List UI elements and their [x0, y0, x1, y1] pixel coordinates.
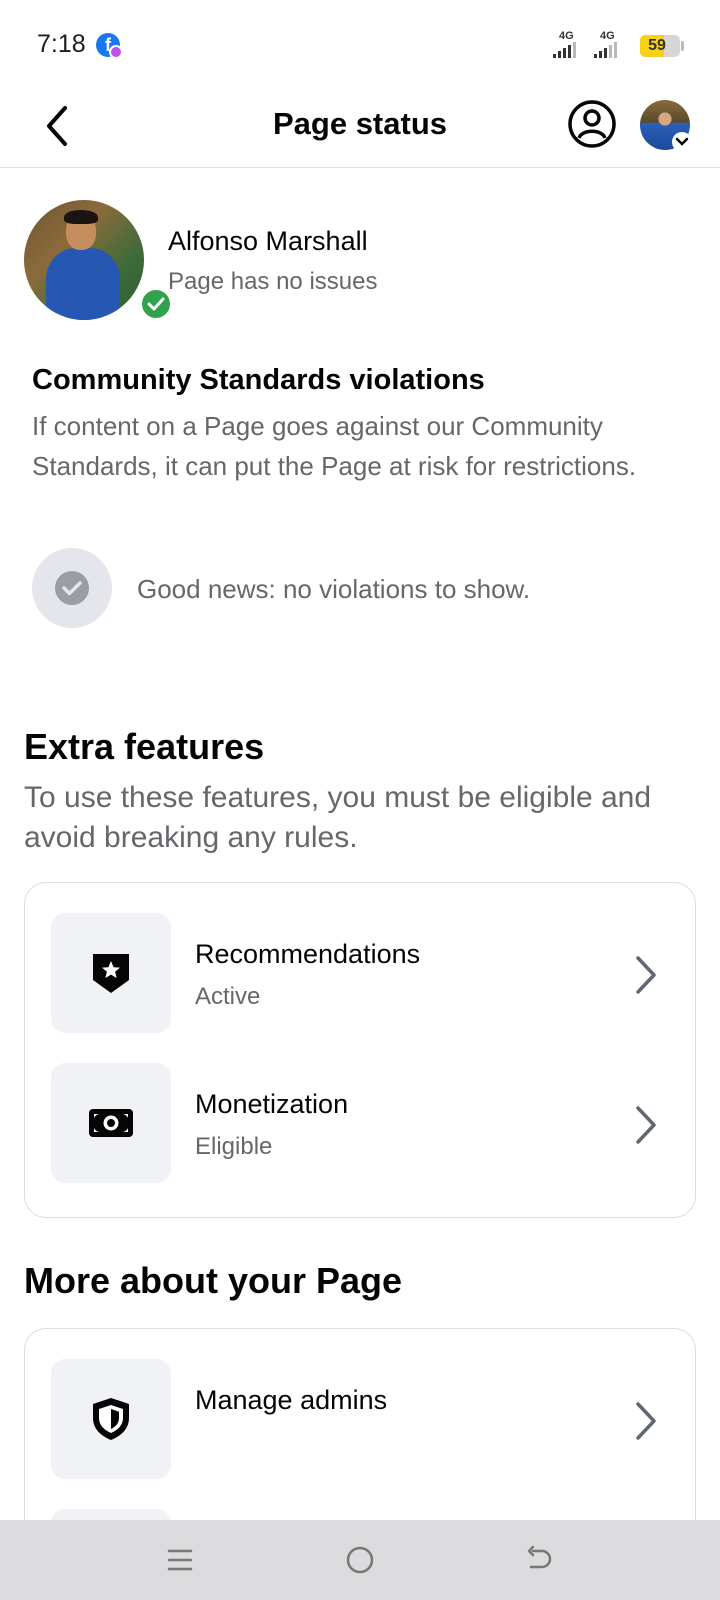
community-standards-title: Community Standards violations: [32, 364, 485, 396]
chevron-down-icon: [672, 132, 692, 152]
menu-icon[interactable]: [156, 1538, 204, 1582]
manage-admins-row[interactable]: Manage admins: [25, 1359, 695, 1483]
extra-features-title: Extra features: [24, 726, 265, 767]
row-title: Manage admins: [195, 1385, 388, 1415]
monetization-row[interactable]: Monetization Eligible: [25, 1063, 695, 1187]
more-about-title: More about your Page: [24, 1260, 403, 1301]
check-circle-icon: [32, 548, 112, 628]
signal-icon: 4G: [553, 30, 583, 58]
battery-level: 59: [648, 37, 666, 54]
money-icon: [51, 1063, 171, 1183]
page-status-text: Page has no issues: [168, 268, 378, 295]
battery-tip: [681, 41, 684, 51]
page-avatar: [24, 200, 144, 320]
row-title: Monetization: [195, 1089, 349, 1119]
no-violations-text: Good news: no violations to show.: [137, 574, 531, 604]
chevron-right-icon: [631, 953, 661, 997]
home-circle-icon[interactable]: [336, 1538, 384, 1582]
system-nav-bar: [0, 1520, 720, 1600]
row-subtitle: Eligible: [195, 1133, 273, 1160]
chevron-right-icon: [631, 1399, 661, 1443]
signal-label: 4G: [559, 30, 574, 42]
status-time: 7:18: [37, 30, 86, 58]
signal-label: 4G: [600, 30, 615, 42]
facebook-icon: f: [96, 33, 123, 59]
extra-features-card: Recommendations Active Monetization Elig…: [24, 882, 696, 1218]
row-subtitle: Active: [195, 983, 261, 1010]
battery-icon: 59: [640, 35, 680, 57]
row-title: Recommendations: [195, 939, 421, 969]
shield-icon: [51, 1359, 171, 1479]
extra-features-description: To use these features, you must be eligi…: [24, 781, 652, 854]
recommendations-row[interactable]: Recommendations Active: [25, 913, 695, 1037]
signal-icon: 4G: [594, 30, 624, 58]
status-bar: 7:18 f 4G 4G 59: [0, 0, 720, 90]
person-circle-icon: [568, 100, 616, 148]
top-app-bar: Page status: [0, 90, 720, 168]
profile-button[interactable]: [566, 98, 618, 150]
page-name: Alfonso Marshall: [168, 226, 368, 256]
badge-star-icon: [51, 913, 171, 1033]
chevron-right-icon: [631, 1103, 661, 1147]
back-arrow-icon[interactable]: [516, 1538, 564, 1582]
community-standards-description: If content on a Page goes against our Co…: [32, 411, 637, 481]
